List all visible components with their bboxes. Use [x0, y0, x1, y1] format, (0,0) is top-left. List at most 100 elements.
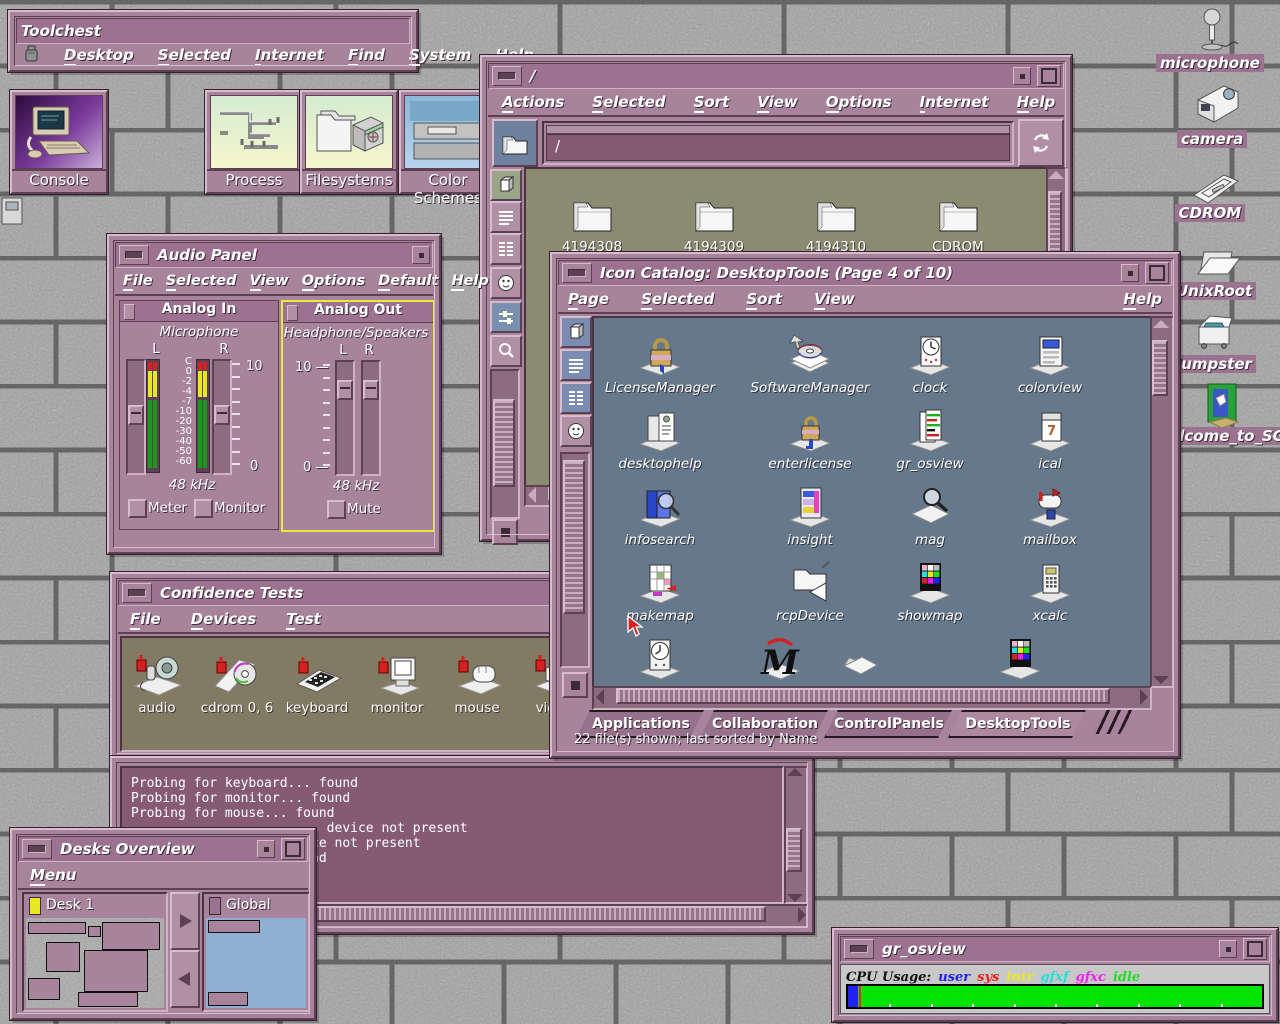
catalog-vscroll-up[interactable] — [1153, 320, 1169, 328]
checkbox-meter[interactable] — [128, 499, 147, 518]
fm-hscroll-left[interactable] — [528, 487, 536, 503]
clock-icon[interactable] — [906, 332, 954, 380]
view-tool-list[interactable] — [490, 201, 522, 233]
camera-icon[interactable] — [1192, 80, 1244, 132]
menu-view[interactable]: View — [250, 273, 289, 289]
desktop-icon-label[interactable]: camera — [1177, 130, 1247, 148]
recycle-button[interactable] — [1018, 119, 1064, 167]
checkbox-mute[interactable] — [327, 500, 346, 519]
folder-icon[interactable] — [810, 191, 862, 241]
menu-selected[interactable]: Selected — [641, 290, 714, 308]
colorview-icon[interactable] — [1026, 332, 1074, 380]
desk-panel-desk1[interactable]: Desk 1 — [22, 892, 168, 1012]
catalog-panner-button[interactable] — [562, 672, 588, 698]
catalog-left-scrollbar-thumb[interactable] — [563, 460, 585, 614]
in-right-fader[interactable] — [212, 359, 232, 475]
help-doc-icon[interactable] — [636, 408, 684, 456]
desktop-icon-label[interactable]: microphone — [1156, 54, 1264, 72]
menu-sort[interactable]: Sort — [694, 93, 730, 111]
disc-stack-icon[interactable] — [786, 332, 834, 380]
maximize-button[interactable] — [1037, 65, 1061, 87]
drop-pocket-button[interactable] — [492, 119, 538, 167]
fm-left-scrollbar[interactable] — [490, 369, 520, 519]
keyboard-test-icon[interactable] — [289, 652, 345, 702]
menu-file[interactable]: File — [130, 610, 161, 628]
folder-icon[interactable] — [932, 191, 984, 241]
view-tool-face[interactable] — [560, 415, 592, 447]
launch-tile-console[interactable]: Console — [10, 90, 108, 194]
console-vscrollbar[interactable] — [784, 766, 808, 904]
menu-system[interactable]: System — [409, 46, 472, 64]
window-menu-button[interactable] — [492, 66, 522, 86]
folder-arrow-icon[interactable] — [786, 560, 834, 608]
view-tool-slider[interactable] — [490, 301, 522, 333]
mediamail-icon[interactable]: M — [756, 636, 804, 684]
view-tool-magnifier[interactable] — [490, 335, 522, 367]
view-tool-list[interactable] — [560, 349, 592, 381]
view-tool-box3d[interactable] — [490, 169, 522, 201]
padlock-icon[interactable] — [636, 332, 684, 380]
cdrom-test-icon[interactable] — [209, 652, 265, 702]
view-tool-grid[interactable] — [490, 233, 522, 265]
catalog-hscroll-thumb[interactable] — [616, 688, 1110, 704]
tab-controlpanels[interactable]: ControlPanels — [824, 710, 954, 738]
osview-titlebar[interactable]: gr_osview — [840, 936, 1270, 962]
bookshelf-icon[interactable] — [786, 484, 834, 532]
audio-test-icon[interactable] — [129, 652, 185, 702]
calendar-icon[interactable]: 7 — [1026, 408, 1074, 456]
view-tool-grid[interactable] — [560, 382, 592, 414]
toolchest-icon[interactable] — [22, 43, 40, 67]
path-field-collapsed-strip[interactable] — [546, 125, 1010, 134]
out-left-fader[interactable] — [335, 360, 355, 476]
license-key-icon[interactable] — [786, 408, 834, 456]
calculator-icon[interactable] — [1026, 560, 1074, 608]
fm-panner-button[interactable] — [492, 519, 518, 545]
desks-titlebar[interactable]: Desks Overview — [18, 836, 308, 862]
menu-internet[interactable]: Internet — [920, 93, 989, 111]
catalog-hscroll-right[interactable] — [1140, 689, 1148, 705]
colormap-grid-icon[interactable] — [906, 560, 954, 608]
catalog-hscroll-left[interactable] — [596, 689, 604, 705]
fm-vscroll-up[interactable] — [1048, 171, 1064, 179]
menu-view[interactable]: View — [757, 93, 798, 111]
in-right-fader-thumb[interactable] — [214, 405, 230, 425]
mailbox-icon[interactable] — [1026, 484, 1074, 532]
view-tool-box3d[interactable] — [560, 316, 592, 348]
catalog-titlebar[interactable]: Icon Catalog: DesktopTools (Page 4 of 10… — [558, 260, 1172, 286]
clock-page-icon[interactable] — [636, 636, 684, 684]
partial-icon[interactable] — [0, 194, 26, 236]
fm-titlebar[interactable]: / — [488, 63, 1064, 89]
out-right-fader-thumb[interactable] — [363, 380, 379, 400]
group-collapse-button[interactable] — [287, 305, 298, 321]
minimize-button[interactable] — [1219, 940, 1237, 958]
minimize-button[interactable] — [1013, 67, 1031, 85]
magnifier-page-icon[interactable] — [906, 484, 954, 532]
microphone-icon[interactable] — [1188, 8, 1240, 60]
monitor-test-icon[interactable] — [369, 652, 425, 702]
menu-find[interactable]: Find — [348, 46, 385, 64]
maximize-button[interactable] — [1145, 262, 1169, 284]
menu-help[interactable]: Help — [1123, 290, 1162, 308]
catalog-vscroll-thumb[interactable] — [1152, 340, 1168, 396]
window-menu-button[interactable] — [22, 839, 52, 859]
menu-default[interactable]: Default — [378, 273, 438, 289]
out-left-fader-thumb[interactable] — [337, 380, 353, 400]
out-right-fader[interactable] — [361, 360, 381, 476]
conf-titlebar[interactable]: Confidence Tests — [118, 580, 562, 606]
menu-file[interactable]: File — [123, 273, 153, 289]
menu-actions[interactable]: Actions — [502, 93, 564, 111]
menu-test[interactable]: Test — [286, 610, 321, 628]
menu-sort[interactable]: Sort — [746, 290, 782, 308]
fm-vscroll-thumb[interactable] — [1048, 191, 1062, 255]
in-left-fader[interactable] — [126, 359, 146, 475]
minimize-button[interactable] — [412, 246, 430, 264]
folder-icon[interactable] — [688, 191, 740, 241]
maximize-button[interactable] — [1243, 938, 1267, 960]
catalog-vscrollbar[interactable] — [1150, 316, 1174, 688]
catalog-hscrollbar[interactable] — [592, 686, 1152, 710]
desk-prev-button[interactable] — [170, 950, 200, 1008]
desk-next-button[interactable] — [170, 892, 200, 950]
launch-tile-process[interactable]: Process — [205, 90, 303, 194]
checkbox-monitor[interactable] — [194, 499, 213, 518]
window-menu-button[interactable] — [562, 263, 592, 283]
